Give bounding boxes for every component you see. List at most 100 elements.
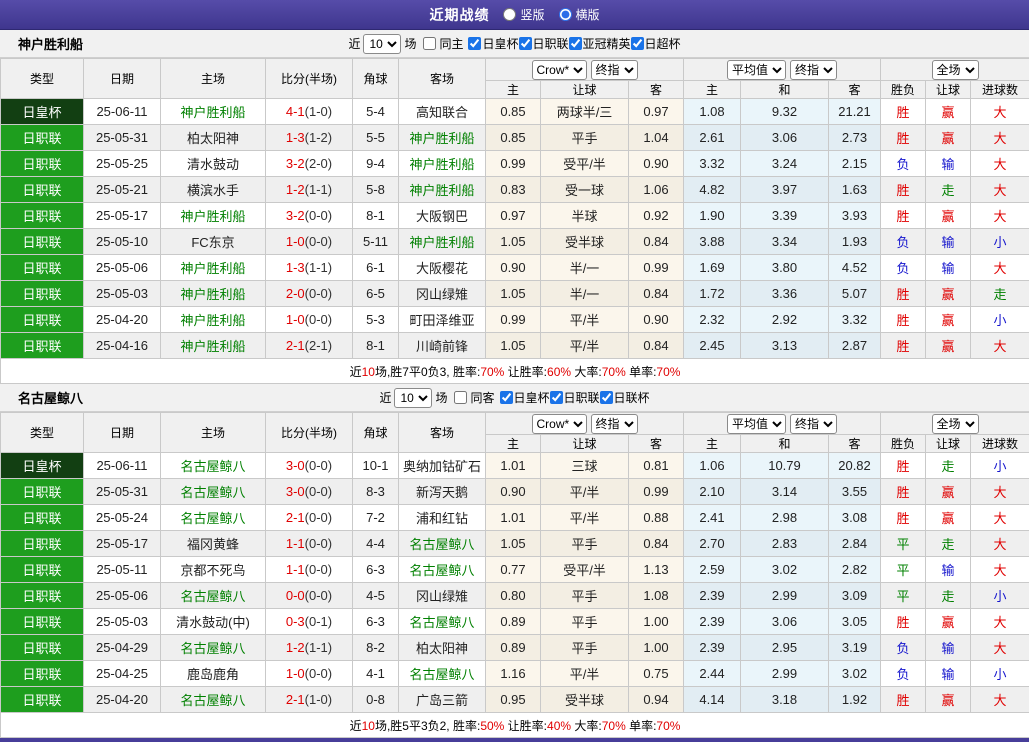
layout-option-horizontal[interactable]: 横版	[559, 6, 600, 23]
scope-select[interactable]: 全场	[932, 414, 979, 434]
result-handicap: 走	[926, 583, 971, 609]
avg-provider-select[interactable]: 平均值	[727, 414, 786, 434]
home-team: 神户胜利船	[161, 333, 266, 359]
competition-filter[interactable]: 日职联	[519, 35, 569, 52]
avg-stage-select[interactable]: 终指	[790, 60, 837, 80]
match-row: 日职联 25-05-24 名古屋鲸八 2-1(0-0) 7-2 浦和红钻 1.0…	[1, 505, 1029, 531]
odds-provider-select[interactable]: Crow*	[532, 60, 587, 80]
result-outcome: 胜	[881, 281, 926, 307]
next-section-bar	[0, 738, 1029, 742]
competition-filter[interactable]: 日职联	[550, 389, 600, 406]
result-handicap: 输	[926, 151, 971, 177]
competition-checkbox[interactable]	[550, 391, 563, 404]
average-away-odds: 3.19	[829, 635, 881, 661]
corner-count: 8-2	[353, 635, 399, 661]
corner-count: 6-3	[353, 557, 399, 583]
handicap-away-odds: 0.90	[629, 307, 684, 333]
competition-filter[interactable]: 亚冠精英	[569, 35, 631, 52]
same-venue-checkbox[interactable]	[454, 391, 467, 404]
match-date: 25-05-10	[84, 229, 161, 255]
scope-select[interactable]: 全场	[932, 60, 979, 80]
odds-stage-select[interactable]: 终指	[591, 60, 638, 80]
result-outcome: 胜	[881, 505, 926, 531]
match-date: 25-05-06	[84, 255, 161, 281]
competition-filter[interactable]: 日联杯	[600, 389, 650, 406]
match-date: 25-05-31	[84, 479, 161, 505]
recent-count-select[interactable]: 10	[394, 388, 432, 408]
away-team: 高知联合	[399, 99, 486, 125]
result-handicap: 输	[926, 635, 971, 661]
corner-count: 4-1	[353, 661, 399, 687]
handicap-line: 平手	[541, 609, 629, 635]
competition-checkbox[interactable]	[500, 391, 513, 404]
result-goals: 大	[971, 505, 1029, 531]
fulltime-score: 1-0	[286, 234, 305, 249]
average-home-odds: 2.10	[684, 479, 741, 505]
result-goals: 小	[971, 661, 1029, 687]
avg-stage-select[interactable]: 终指	[790, 414, 837, 434]
sub-header-away-odds: 客	[629, 81, 684, 99]
layout-option-vertical[interactable]: 竖版	[503, 6, 544, 23]
odds-provider-select[interactable]: Crow*	[532, 414, 587, 434]
vertical-layout-radio[interactable]	[503, 8, 516, 21]
score-cell: 3-2(0-0)	[266, 203, 353, 229]
summary-text: 近	[350, 365, 362, 379]
competition-badge: 日职联	[1, 635, 84, 661]
halftime-score: (2-1)	[305, 338, 332, 353]
result-goals: 大	[971, 557, 1029, 583]
fulltime-score: 2-0	[286, 286, 305, 301]
halftime-score: (0-0)	[305, 312, 332, 327]
corner-count: 5-3	[353, 307, 399, 333]
competition-badge: 日职联	[1, 203, 84, 229]
handicap-home-odds: 0.90	[486, 255, 541, 281]
recent-prefix-label: 近	[348, 35, 360, 52]
horizontal-layout-radio[interactable]	[559, 8, 572, 21]
competition-checkbox[interactable]	[569, 37, 582, 50]
result-outcome: 胜	[881, 609, 926, 635]
competition-checkbox[interactable]	[600, 391, 613, 404]
same-venue-filter[interactable]: 同主	[423, 35, 463, 52]
competition-checkbox[interactable]	[631, 37, 644, 50]
summary-value: 70%	[480, 365, 504, 379]
avg-provider-select[interactable]: 平均值	[727, 60, 786, 80]
home-team: 京都不死鸟	[161, 557, 266, 583]
sub-header-avg-home: 主	[684, 435, 741, 453]
competition-label: 日联杯	[614, 389, 650, 406]
sub-header-avg-draw: 和	[741, 435, 829, 453]
score-cell: 3-0(0-0)	[266, 479, 353, 505]
sub-header-goals: 进球数	[971, 435, 1029, 453]
fulltime-score: 1-1	[286, 562, 305, 577]
summary-value: 10	[362, 365, 375, 379]
competition-filter[interactable]: 日皇杯	[500, 389, 550, 406]
sub-header-handicap: 让球	[541, 81, 629, 99]
col-header-corner: 角球	[353, 413, 399, 453]
result-outcome: 负	[881, 151, 926, 177]
same-venue-checkbox[interactable]	[423, 37, 436, 50]
odds-stage-select[interactable]: 终指	[591, 414, 638, 434]
average-draw-odds: 3.39	[741, 203, 829, 229]
summary-text: 近	[350, 719, 362, 733]
handicap-line: 平手	[541, 583, 629, 609]
competition-filter[interactable]: 日皇杯	[468, 35, 518, 52]
fulltime-score: 4-1	[286, 104, 305, 119]
average-away-odds: 5.07	[829, 281, 881, 307]
home-team: 福冈黄蜂	[161, 531, 266, 557]
same-venue-label: 同主	[439, 35, 463, 52]
competition-label: 日皇杯	[514, 389, 550, 406]
result-goals: 小	[971, 583, 1029, 609]
away-team: 神户胜利船	[399, 151, 486, 177]
result-goals: 大	[971, 635, 1029, 661]
halftime-score: (1-0)	[305, 692, 332, 707]
result-outcome: 负	[881, 229, 926, 255]
competition-filter[interactable]: 日超杯	[631, 35, 681, 52]
summary-text: 大率:	[571, 365, 602, 379]
result-outcome: 负	[881, 661, 926, 687]
handicap-line: 平/半	[541, 333, 629, 359]
average-home-odds: 2.45	[684, 333, 741, 359]
competition-checkbox[interactable]	[468, 37, 481, 50]
col-header-corner: 角球	[353, 59, 399, 99]
competition-checkbox[interactable]	[519, 37, 532, 50]
recent-count-select[interactable]: 10	[363, 34, 401, 54]
same-venue-filter[interactable]: 同客	[454, 389, 494, 406]
fulltime-score: 1-2	[286, 182, 305, 197]
